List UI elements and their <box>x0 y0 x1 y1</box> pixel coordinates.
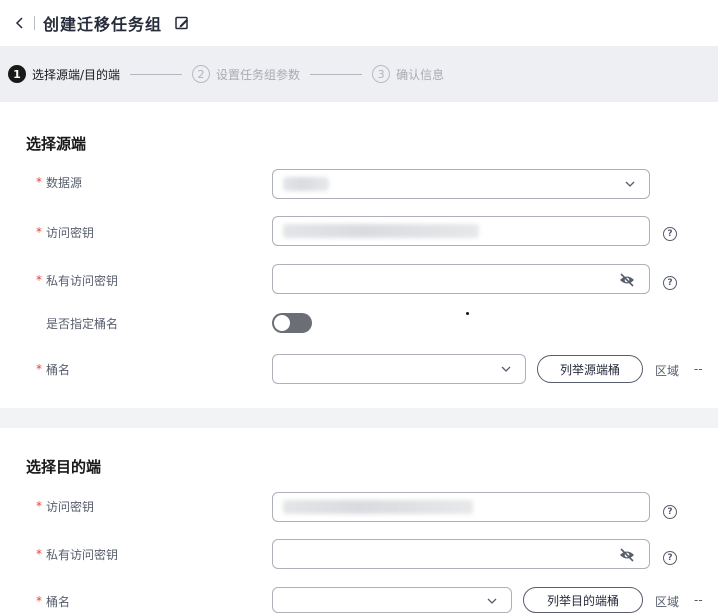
data-source-select[interactable] <box>272 169 650 199</box>
toggle-knob <box>274 315 290 331</box>
dest-access-key-label: 访问密钥 <box>46 499 95 514</box>
specify-bucket-toggle[interactable] <box>272 313 312 333</box>
source-bucket-select[interactable] <box>272 354 526 384</box>
destination-section-title: 选择目的端 <box>26 458 102 476</box>
specify-bucket-label-row: 是否指定桶名 <box>36 313 118 333</box>
required-mark: * <box>36 499 42 513</box>
chevron-down-icon <box>487 598 497 604</box>
required-mark: * <box>36 594 42 608</box>
dest-access-key-value <box>283 500 473 514</box>
dest-secret-key-input[interactable] <box>272 539 650 569</box>
dest-access-key-input[interactable] <box>272 492 650 522</box>
eye-off-icon[interactable] <box>619 548 635 562</box>
secret-key-label: 私有访问密钥 <box>46 273 119 288</box>
dest-access-key-label-row: * 访问密钥 <box>36 496 94 516</box>
dest-bucket-label-row: * 桶名 <box>36 591 70 611</box>
source-access-key-input[interactable] <box>272 216 650 246</box>
step-number: 2 <box>192 65 211 83</box>
chevron-down-icon <box>501 366 511 372</box>
help-icon[interactable]: ? <box>663 505 677 519</box>
dest-bucket-select[interactable] <box>272 587 512 613</box>
edit-icon[interactable] <box>174 15 190 31</box>
access-key-label-row: * 访问密钥 <box>36 222 94 242</box>
step-3: 3 确认信息 <box>372 65 444 83</box>
step-label: 确认信息 <box>396 67 445 82</box>
dest-secret-key-label-row: * 私有访问密钥 <box>36 544 118 564</box>
dest-region-label: 区域 <box>655 595 680 609</box>
page-header: 创建迁移任务组 <box>0 0 718 46</box>
source-region-value: -- <box>694 362 703 376</box>
bucket-label: 桶名 <box>46 362 71 377</box>
back-icon[interactable] <box>12 15 28 31</box>
step-number: 1 <box>8 65 26 83</box>
access-key-value <box>283 224 479 238</box>
data-source-value <box>283 177 329 191</box>
access-key-label: 访问密钥 <box>46 225 95 240</box>
required-mark: * <box>36 547 42 561</box>
section-divider <box>0 408 718 428</box>
chevron-down-icon <box>625 181 635 187</box>
cursor-dot <box>466 312 469 315</box>
eye-off-icon[interactable] <box>619 273 635 287</box>
steps-bar: 1 选择源端/目的端 2 设置任务组参数 3 确认信息 <box>0 46 718 102</box>
header-divider <box>34 16 35 30</box>
required-mark: * <box>36 273 42 287</box>
required-mark: * <box>36 362 42 376</box>
help-icon[interactable]: ? <box>663 551 677 565</box>
step-1: 1 选择源端/目的端 <box>8 65 120 83</box>
source-section-title: 选择源端 <box>26 135 87 153</box>
source-secret-key-input[interactable] <box>272 264 650 294</box>
step-connector <box>130 73 183 75</box>
step-label: 选择源端/目的端 <box>32 67 121 82</box>
dest-bucket-label: 桶名 <box>46 594 71 609</box>
required-mark: * <box>36 175 42 189</box>
dest-region-value: -- <box>694 593 703 607</box>
bucket-label-row: * 桶名 <box>36 359 70 379</box>
data-source-label-row: * 数据源 <box>36 172 82 192</box>
list-dest-buckets-button[interactable]: 列举目的端桶 <box>523 587 643 613</box>
secret-key-label-row: * 私有访问密钥 <box>36 270 118 290</box>
page-title: 创建迁移任务组 <box>43 15 163 34</box>
step-2: 2 设置任务组参数 <box>192 65 300 83</box>
source-region-label: 区域 <box>655 364 680 378</box>
list-source-buckets-button[interactable]: 列举源端桶 <box>537 355 643 383</box>
dest-secret-key-label: 私有访问密钥 <box>46 547 119 562</box>
specify-bucket-label: 是否指定桶名 <box>46 316 119 331</box>
step-number: 3 <box>372 65 391 83</box>
required-mark: * <box>36 225 42 239</box>
data-source-label: 数据源 <box>46 175 83 190</box>
help-icon[interactable]: ? <box>663 276 677 290</box>
step-label: 设置任务组参数 <box>216 67 301 82</box>
step-connector <box>310 73 363 75</box>
help-icon[interactable]: ? <box>663 227 677 241</box>
